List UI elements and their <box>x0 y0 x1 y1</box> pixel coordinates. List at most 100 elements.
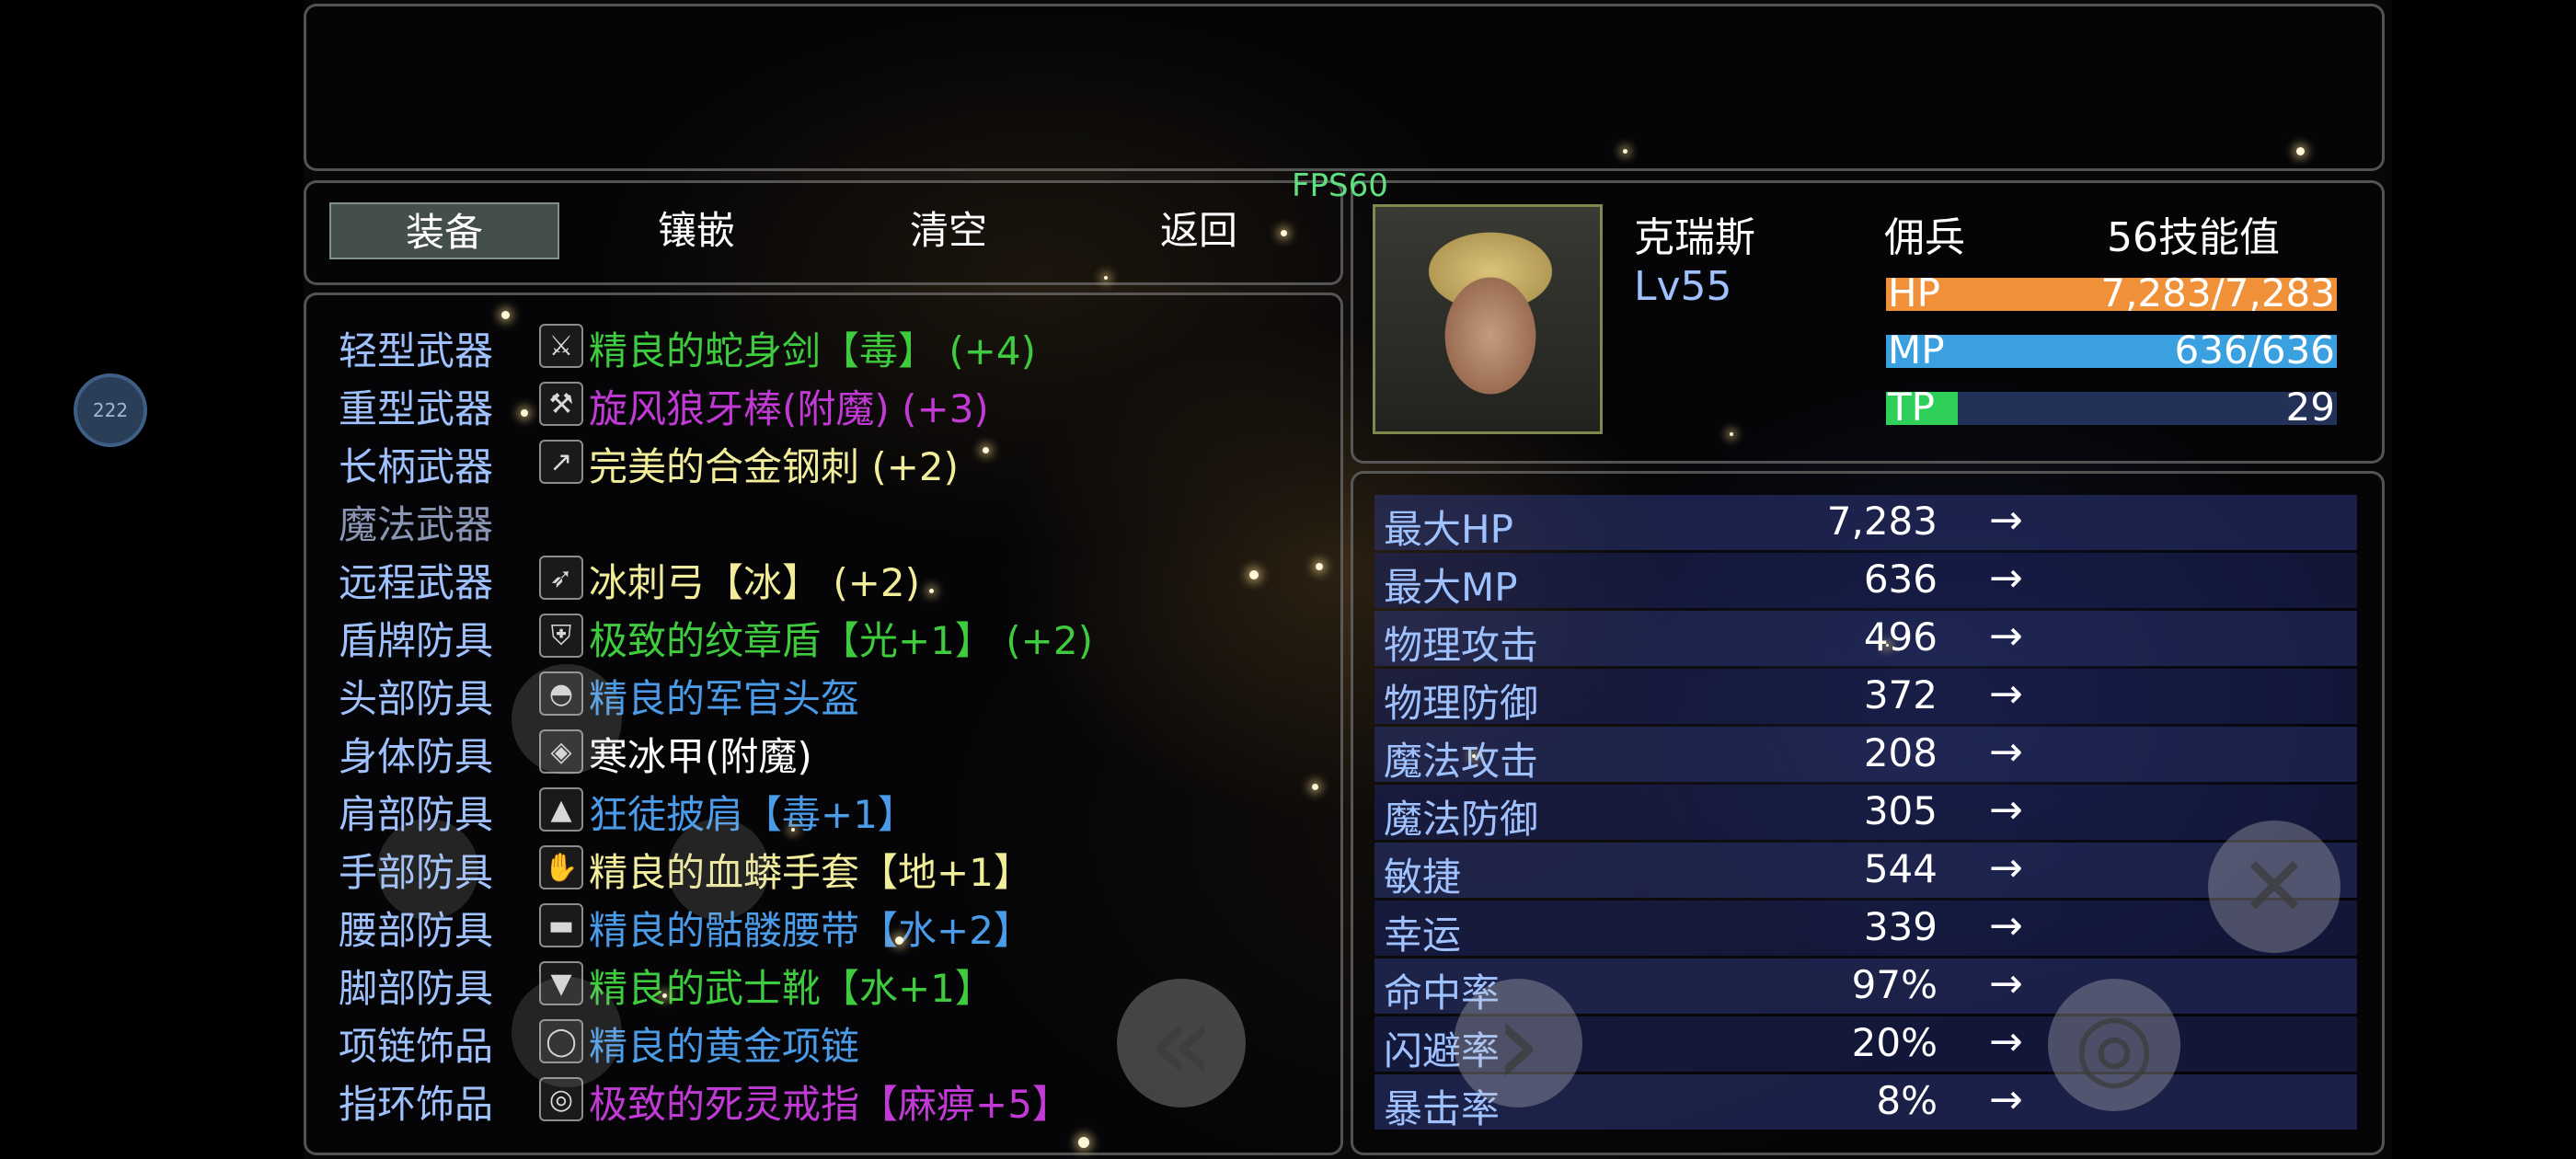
back-button[interactable]: « <box>1117 979 1246 1107</box>
star <box>1078 1137 1089 1148</box>
stat-value: 20% <box>1851 1020 1938 1065</box>
star <box>1472 754 1476 758</box>
mp-bar: MP 636/636 <box>1886 327 2337 373</box>
arrow-right-icon: → <box>1989 844 2023 891</box>
stat-row: 物理攻击 496 → <box>1374 611 2357 668</box>
arrow-right-icon: → <box>1989 497 2023 544</box>
tab-return[interactable]: 返回 <box>1084 202 1314 259</box>
hp-bar: HP 7,283/7,283 <box>1886 270 2337 316</box>
tp-bar: TP 29 <box>1886 384 2337 430</box>
star <box>1730 432 1733 436</box>
star <box>1249 570 1259 580</box>
dpad-up-ghost[interactable] <box>512 664 622 775</box>
equip-item-name[interactable]: 精良的黄金项链 <box>589 1016 859 1072</box>
equip-item-name[interactable]: 精良的血蟒手套【地+1】 <box>589 842 1032 898</box>
forward-button[interactable]: › <box>1454 973 1582 1113</box>
dpad-right-ghost[interactable] <box>668 819 769 920</box>
equip-item-name[interactable]: 旋风狼牙棒(附魔) (+3) <box>589 378 989 434</box>
stat-name: 魔法防御 <box>1384 797 1539 842</box>
shoulder-icon: ▲ <box>539 787 583 832</box>
stat-value: 7,283 <box>1826 499 1938 544</box>
stat-value: 305 <box>1863 788 1938 833</box>
character-portrait <box>1373 204 1603 434</box>
arrow-right-icon: → <box>1989 555 2023 602</box>
stat-value: 339 <box>1863 904 1938 949</box>
hp-value: 7,283/7,283 <box>2100 270 2335 316</box>
belt-icon: ▬ <box>539 903 583 947</box>
stat-name: 最大HP <box>1384 507 1513 552</box>
arrow-right-icon: → <box>1989 960 2023 1007</box>
arrow-right-icon: → <box>1989 613 2023 660</box>
equip-slot-label[interactable]: 轻型武器 <box>339 320 493 376</box>
star <box>521 409 528 417</box>
equip-slot-label[interactable]: 盾牌防具 <box>339 610 493 666</box>
equip-item-name[interactable]: 寒冰甲(附魔) <box>589 726 812 782</box>
equip-item-name[interactable]: 冰刺弓【冰】 (+2) <box>589 552 920 608</box>
stat-name: 魔法攻击 <box>1384 739 1539 784</box>
overlay-badge[interactable]: 222 <box>74 373 147 447</box>
stat-row: 最大MP 636 → <box>1374 553 2357 610</box>
star <box>929 589 934 593</box>
equip-slot-label[interactable]: 魔法武器 <box>339 494 493 550</box>
equip-slot-label[interactable]: 项链饰品 <box>339 1016 493 1072</box>
stat-value: 8% <box>1876 1078 1938 1123</box>
character-class: 佣兵 <box>1884 214 1965 261</box>
tp-label: TP <box>1888 384 1935 430</box>
equip-slot-label[interactable]: 脚部防具 <box>339 958 493 1014</box>
star <box>895 936 903 945</box>
star <box>983 447 989 453</box>
confirm-button[interactable]: ◎ <box>2048 979 2180 1111</box>
equip-slot-label[interactable]: 长柄武器 <box>339 436 493 492</box>
game-screen: 222 装备 镶嵌 清空 返回 FPS60 轻型武器 ⚔ 精良的蛇身剑【毒】 (+4… <box>0 0 2576 1159</box>
equip-slot-label[interactable]: 指环饰品 <box>339 1073 493 1130</box>
stat-value: 208 <box>1863 730 1938 775</box>
stat-name: 最大MP <box>1384 565 1518 610</box>
chevron-right-icon: › <box>1494 973 1542 1113</box>
close-button[interactable]: ✕ <box>2208 820 2340 953</box>
arrow-right-icon: → <box>1989 902 2023 949</box>
equip-item-name[interactable]: 精良的军官头盔 <box>589 668 859 724</box>
star <box>1316 563 1323 570</box>
equip-item-name[interactable]: 精良的武士靴【水+1】 <box>589 958 994 1014</box>
tab-clear[interactable]: 清空 <box>834 202 1064 259</box>
star <box>1104 276 1108 280</box>
equip-slot-label[interactable]: 头部防具 <box>339 668 493 724</box>
tab-equip[interactable]: 装备 <box>329 202 559 259</box>
tp-value: 29 <box>2285 384 2335 430</box>
stat-value: 636 <box>1863 557 1938 602</box>
equip-slot-label[interactable]: 远程武器 <box>339 552 493 608</box>
equip-item-name[interactable]: 极致的死灵戒指【麻痹+5】 <box>589 1073 1071 1130</box>
character-name: 克瑞斯 <box>1634 214 1755 261</box>
equip-item-name[interactable]: 精良的蛇身剑【毒】 (+4) <box>589 320 1036 376</box>
tab-socket[interactable]: 镶嵌 <box>581 202 811 259</box>
hp-label: HP <box>1888 270 1940 316</box>
star <box>1312 784 1318 790</box>
stat-name: 幸运 <box>1384 912 1462 958</box>
star <box>501 311 510 319</box>
dpad-left-ghost[interactable] <box>377 819 478 920</box>
skill-points: 56技能值 <box>2107 214 2280 261</box>
star <box>2296 147 2305 155</box>
mace-icon: ⚒ <box>539 382 583 426</box>
stat-name: 敏捷 <box>1384 855 1462 900</box>
mp-label: MP <box>1888 327 1945 373</box>
stat-name: 物理攻击 <box>1384 623 1539 668</box>
stat-row: 魔法攻击 208 → <box>1374 727 2357 784</box>
equip-item-name[interactable]: 完美的合金钢刺 (+2) <box>589 436 959 492</box>
stat-row: 物理防御 372 → <box>1374 669 2357 726</box>
circle-icon: ◎ <box>2074 991 2155 1099</box>
equip-item-name[interactable]: 极致的纹章盾【光+1】 (+2) <box>589 610 1093 666</box>
stat-name: 物理防御 <box>1384 681 1539 726</box>
arrow-right-icon: → <box>1989 729 2023 775</box>
gloves-icon: ✋ <box>539 845 583 889</box>
stat-value: 97% <box>1851 962 1938 1007</box>
mp-value: 636/636 <box>2174 327 2335 373</box>
arrow-right-icon: → <box>1989 671 2023 717</box>
shield-icon: ⛨ <box>539 614 583 658</box>
arrow-right-icon: → <box>1989 1018 2023 1065</box>
dpad-down-ghost[interactable] <box>512 977 622 1087</box>
star <box>1623 149 1627 154</box>
equip-slot-label[interactable]: 重型武器 <box>339 378 493 434</box>
equip-slot-label[interactable]: 身体防具 <box>339 726 493 782</box>
equip-item-name[interactable]: 精良的骷髅腰带【水+2】 <box>589 900 1032 956</box>
